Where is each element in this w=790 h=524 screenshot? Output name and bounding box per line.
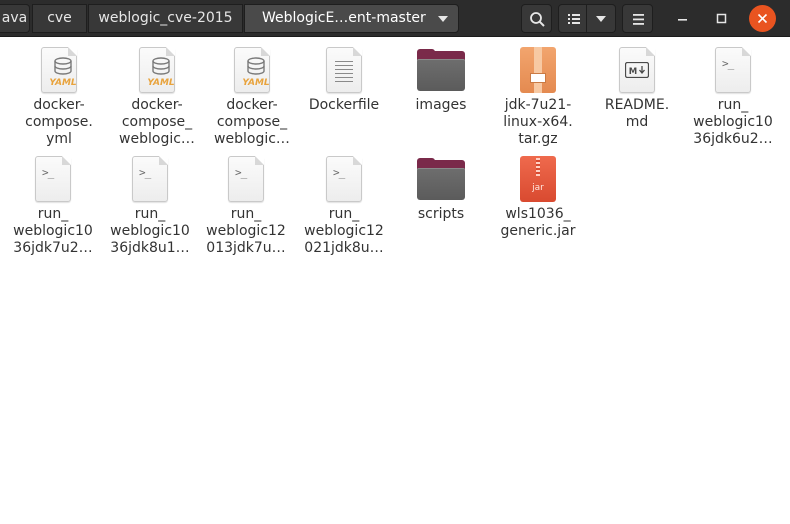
file-name: Dockerfile xyxy=(308,97,380,113)
breadcrumb-ava[interactable]: ava xyxy=(0,4,30,33)
breadcrumb-weblogic-cve-2015[interactable]: weblogic_cve-2015 xyxy=(88,4,243,33)
file-item-docker-compose-weblogic-2[interactable]: YAML docker- compose_ weblogic… xyxy=(207,39,297,157)
file-item-dockerfile[interactable]: Dockerfile xyxy=(299,39,389,157)
archive-icon xyxy=(518,47,558,95)
file-item-jdk-tarball[interactable]: jdk-7u21- linux-x64. tar.gz xyxy=(493,39,583,157)
file-item-run-weblogic12013jdk7u[interactable]: >_ run_ weblogic12 013jdk7u… xyxy=(201,148,291,266)
breadcrumb-label: WeblogicE…ent-master xyxy=(262,10,426,26)
search-icon xyxy=(530,12,545,27)
file-name: docker- compose_ weblogic… xyxy=(214,97,290,147)
breadcrumb-label: ava xyxy=(1,10,28,26)
minimize-icon xyxy=(678,19,687,21)
svg-text:M: M xyxy=(629,67,637,77)
script-icon: >_ xyxy=(33,156,73,204)
jar-icon: jar xyxy=(518,156,558,204)
close-icon xyxy=(757,13,768,24)
script-icon: >_ xyxy=(226,156,266,204)
file-name: run_ weblogic10 36jdk8u1… xyxy=(110,206,190,256)
file-name: docker- compose_ weblogic… xyxy=(119,97,195,147)
breadcrumb-label: weblogic_cve-2015 xyxy=(98,10,233,26)
search-button[interactable] xyxy=(521,4,552,33)
header-bar: ava cve weblogic_cve-2015 WeblogicE…ent-… xyxy=(0,0,790,37)
script-icon: >_ xyxy=(130,156,170,204)
breadcrumb-cve[interactable]: cve xyxy=(32,4,87,33)
folder-icon xyxy=(417,158,465,202)
hamburger-menu-icon xyxy=(633,14,644,25)
maximize-button[interactable] xyxy=(708,5,735,32)
minimize-button[interactable] xyxy=(669,5,696,32)
file-item-run-weblogic12021jdk8u[interactable]: >_ run_ weblogic12 021jdk8u… xyxy=(299,148,389,266)
view-toggle-button[interactable] xyxy=(558,4,587,33)
file-name: images xyxy=(415,97,467,113)
breadcrumb-current-folder[interactable]: WeblogicE…ent-master xyxy=(244,4,459,33)
breadcrumb-label: cve xyxy=(47,10,72,26)
file-grid: YAML docker- compose. yml YAML docker- c… xyxy=(0,37,790,524)
file-name: run_ weblogic10 36jdk7u2… xyxy=(13,206,93,256)
file-item-wls1036-generic-jar[interactable]: jar wls1036_ generic.jar xyxy=(493,148,583,266)
file-name: jdk-7u21- linux-x64. tar.gz xyxy=(503,97,573,147)
yaml-file-icon: YAML xyxy=(137,47,177,95)
file-name: wls1036_ generic.jar xyxy=(500,206,576,239)
file-item-docker-compose-weblogic-1[interactable]: YAML docker- compose_ weblogic… xyxy=(112,39,202,157)
yaml-file-icon: YAML xyxy=(232,47,272,95)
text-file-icon xyxy=(324,47,364,95)
file-name: README. md xyxy=(604,97,670,130)
file-item-readme[interactable]: M README. md xyxy=(592,39,682,157)
svg-text:YAML: YAML xyxy=(147,78,175,88)
jar-badge: jar xyxy=(532,183,544,193)
file-item-run-weblogic1036jdk7u2[interactable]: >_ run_ weblogic10 36jdk7u2… xyxy=(8,148,98,266)
chevron-down-icon xyxy=(596,16,606,22)
folder-item-scripts[interactable]: scripts xyxy=(396,148,486,266)
file-name: run_ weblogic10 36jdk6u2… xyxy=(693,97,773,147)
folder-item-images[interactable]: images xyxy=(396,39,486,157)
file-item-run-weblogic1036jdk6u2[interactable]: >_ run_ weblogic10 36jdk6u2… xyxy=(688,39,778,157)
file-name: docker- compose. yml xyxy=(25,97,93,147)
file-name: scripts xyxy=(417,206,465,222)
chevron-down-icon xyxy=(438,16,448,22)
svg-text:YAML: YAML xyxy=(49,78,77,88)
list-view-icon xyxy=(568,14,580,24)
file-item-docker-compose-yml[interactable]: YAML docker- compose. yml xyxy=(14,39,104,157)
script-icon: >_ xyxy=(324,156,364,204)
main-menu-button[interactable] xyxy=(622,4,653,33)
close-button[interactable] xyxy=(749,5,776,32)
markdown-icon: M xyxy=(617,47,657,95)
script-icon: >_ xyxy=(713,47,753,95)
file-item-run-weblogic1036jdk8u1[interactable]: >_ run_ weblogic10 36jdk8u1… xyxy=(105,148,195,266)
file-name: run_ weblogic12 013jdk7u… xyxy=(206,206,286,256)
view-options-button[interactable] xyxy=(587,4,616,33)
folder-icon xyxy=(417,49,465,93)
yaml-file-icon: YAML xyxy=(39,47,79,95)
svg-text:YAML: YAML xyxy=(242,78,270,88)
file-name: run_ weblogic12 021jdk8u… xyxy=(304,206,384,256)
maximize-icon xyxy=(716,13,727,24)
